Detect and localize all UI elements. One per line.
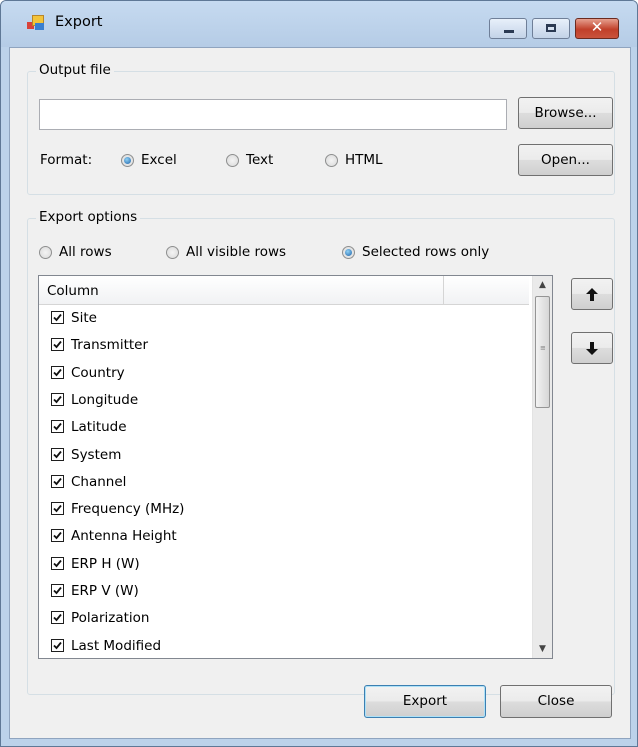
column-row[interactable]: Latitude	[39, 414, 529, 441]
radio-selected-icon	[121, 154, 134, 167]
column-row-label: System	[71, 446, 122, 463]
browse-button[interactable]: Browse...	[518, 97, 613, 129]
checkbox-checked-icon[interactable]	[51, 365, 64, 379]
column-row[interactable]: ERP V (W)	[39, 578, 529, 605]
column-row[interactable]: Channel	[39, 469, 529, 496]
column-row-label: Last Modified	[71, 637, 162, 654]
radio-unselected-icon	[226, 154, 239, 167]
format-excel-label: Excel	[141, 152, 177, 168]
column-row[interactable]: ERP H (W)	[39, 551, 529, 578]
checkbox-checked-icon[interactable]	[51, 338, 64, 352]
column-separator	[443, 276, 444, 304]
format-html-label: HTML	[345, 152, 383, 168]
checkbox-checked-icon[interactable]	[51, 392, 64, 406]
export-dialog: Export ✕ Output file Browse... Format: E…	[0, 0, 638, 747]
arrow-down-icon	[586, 342, 598, 355]
column-row[interactable]: Antenna Height	[39, 523, 529, 550]
dialog-body: Output file Browse... Format: Excel Text…	[9, 47, 631, 739]
column-row-label: Channel	[71, 473, 127, 490]
radio-unselected-icon	[325, 154, 338, 167]
checkbox-checked-icon[interactable]	[51, 529, 64, 543]
column-header[interactable]: Column	[47, 283, 99, 299]
column-row[interactable]: Longitude	[39, 387, 529, 414]
close-icon: ✕	[590, 18, 604, 36]
maximize-button[interactable]	[532, 18, 570, 39]
radio-unselected-icon	[39, 246, 52, 259]
checkbox-checked-icon[interactable]	[51, 638, 64, 652]
column-row-label: Transmitter	[71, 337, 149, 354]
checkbox-checked-icon[interactable]	[51, 556, 64, 570]
column-row-label: Country	[71, 364, 125, 381]
scroll-thumb[interactable]: ≡	[535, 296, 550, 408]
export-button[interactable]: Export	[364, 685, 486, 718]
checkbox-checked-icon[interactable]	[51, 502, 64, 516]
close-window-button[interactable]: ✕	[575, 18, 619, 39]
scroll-up-icon[interactable]: ▲	[533, 276, 552, 294]
column-row-label: Polarization	[71, 610, 150, 627]
column-row[interactable]: Transmitter	[39, 332, 529, 359]
export-options-group-label: Export options	[36, 209, 141, 225]
move-up-button[interactable]	[571, 278, 613, 310]
scroll-down-icon[interactable]: ▼	[533, 640, 552, 658]
rows-all-label: All rows	[59, 244, 112, 260]
format-text-label: Text	[246, 152, 274, 168]
output-file-group: Output file	[27, 62, 615, 195]
vertical-scrollbar[interactable]: ▲ ≡ ▼	[532, 276, 552, 658]
title-bar[interactable]: Export ✕	[1, 1, 637, 47]
minimize-button[interactable]	[489, 18, 527, 39]
output-file-group-label: Output file	[36, 62, 114, 78]
window-title: Export	[55, 14, 103, 30]
close-button[interactable]: Close	[500, 685, 612, 718]
column-row[interactable]: Frequency (MHz)	[39, 496, 529, 523]
maximize-icon	[546, 24, 556, 32]
checkbox-checked-icon[interactable]	[51, 447, 64, 461]
column-row[interactable]: System	[39, 442, 529, 469]
format-label: Format:	[40, 152, 93, 168]
grip-icon: ≡	[540, 344, 546, 352]
column-row-label: ERP H (W)	[71, 555, 140, 572]
checkbox-checked-icon[interactable]	[51, 611, 64, 625]
column-row-label: Antenna Height	[71, 528, 177, 545]
move-down-button[interactable]	[571, 332, 613, 364]
rows-visible-label: All visible rows	[186, 244, 287, 260]
column-list-header: Column	[39, 276, 529, 305]
output-path-input[interactable]	[39, 99, 507, 130]
app-icon	[27, 15, 45, 31]
arrow-up-icon	[586, 288, 598, 301]
column-row[interactable]: Last Modified	[39, 633, 529, 658]
checkbox-checked-icon[interactable]	[51, 584, 64, 597]
column-row-label: ERP V (W)	[71, 583, 139, 599]
column-row[interactable]: Site	[39, 305, 529, 332]
column-row[interactable]: Polarization	[39, 605, 529, 632]
minimize-icon	[504, 30, 514, 33]
radio-selected-icon	[342, 246, 355, 259]
rows-selected-label: Selected rows only	[362, 244, 490, 260]
column-row-label: Latitude	[71, 419, 127, 436]
column-row-label: Longitude	[71, 391, 139, 408]
checkbox-checked-icon[interactable]	[51, 474, 64, 488]
column-row[interactable]: Country	[39, 360, 529, 387]
radio-unselected-icon	[166, 246, 179, 259]
checkbox-checked-icon[interactable]	[51, 420, 64, 434]
column-list[interactable]: Column Site Transmitter Country Longitude La…	[38, 275, 553, 659]
column-row-label: Site	[71, 310, 97, 326]
column-row-label: Frequency (MHz)	[71, 501, 185, 518]
open-button[interactable]: Open...	[518, 144, 613, 176]
checkbox-checked-icon[interactable]	[51, 311, 64, 324]
